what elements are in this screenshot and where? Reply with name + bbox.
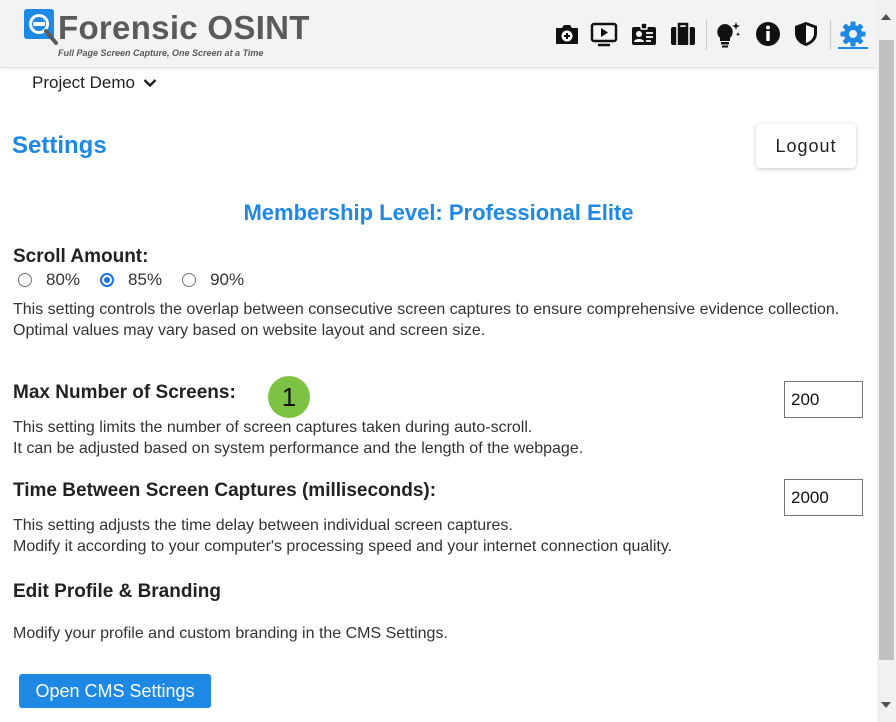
header-separator [830,20,831,50]
radio-80[interactable] [18,273,32,287]
scroll-option-80[interactable]: 80% [18,270,80,290]
scrollbar-thumb[interactable] [879,40,894,660]
radio-label-90: 90% [210,270,245,289]
scroll-desc-line-1: This setting controls the overlap betwee… [13,301,840,318]
project-selector[interactable]: Project Demo [32,73,157,93]
info-icon[interactable] [754,20,782,48]
radio-85[interactable] [100,273,115,287]
membership-level: Membership Level: Professional Elite [243,200,634,225]
logo-title: Forensic OSINT [58,9,310,46]
camera-icon[interactable] [553,20,581,48]
edit-profile-heading: Edit Profile & Branding [13,581,221,602]
scroll-down-arrow-icon[interactable] [881,702,891,708]
briefcase-icon[interactable] [669,20,697,48]
logo-subtitle: Full Page Screen Capture, One Screen at … [58,48,264,58]
time-between-description: This setting adjusts the time delay betw… [13,515,773,557]
logout-button[interactable]: Logout [756,124,856,168]
time-between-input[interactable] [784,479,863,516]
shield-icon[interactable] [792,20,820,48]
video-icon[interactable] [590,20,618,48]
id-badge-icon[interactable] [630,20,658,48]
scroll-amount-radio-group: 80% 85% 90% [18,270,264,290]
scroll-amount-description: This setting controls the overlap betwee… [13,299,863,341]
lightbulb-icon[interactable] [714,20,742,48]
radio-label-85: 85% [128,270,163,289]
project-label: Project Demo [32,73,135,92]
scroll-desc-line-2: Optimal values may vary based on website… [13,322,486,339]
scroll-amount-heading: Scroll Amount: [13,246,149,267]
max-screens-desc-line-2: It can be adjusted based on system perfo… [13,440,584,457]
gear-icon[interactable] [839,20,867,48]
scroll-option-90[interactable]: 90% [182,270,244,290]
open-cms-settings-button[interactable]: Open CMS Settings [19,674,211,708]
page-title: Settings [12,132,107,159]
scroll-up-arrow-icon[interactable] [881,14,891,20]
radio-label-80: 80% [46,270,81,289]
active-tab-indicator [838,47,868,49]
logo-magnifier-icon [22,7,58,47]
time-between-heading: Time Between Screen Captures (millisecon… [13,480,437,501]
header-separator [706,20,707,50]
annotation-badge: 1 [268,376,310,418]
app-header: Forensic OSINT Full Page Screen Capture,… [0,0,877,68]
edit-profile-description: Modify your profile and custom branding … [13,625,448,642]
chevron-down-icon [143,79,157,88]
radio-90[interactable] [182,273,197,287]
scroll-option-85[interactable]: 85% [100,270,162,290]
time-desc-line-2: Modify it according to your computer's p… [13,538,673,555]
max-screens-heading: Max Number of Screens: [13,382,236,403]
max-screens-input[interactable] [784,381,863,418]
max-screens-desc-line-1: This setting limits the number of screen… [13,419,533,436]
max-screens-description: This setting limits the number of screen… [13,417,773,459]
vertical-scrollbar[interactable] [877,0,896,722]
time-desc-line-1: This setting adjusts the time delay betw… [13,517,513,534]
